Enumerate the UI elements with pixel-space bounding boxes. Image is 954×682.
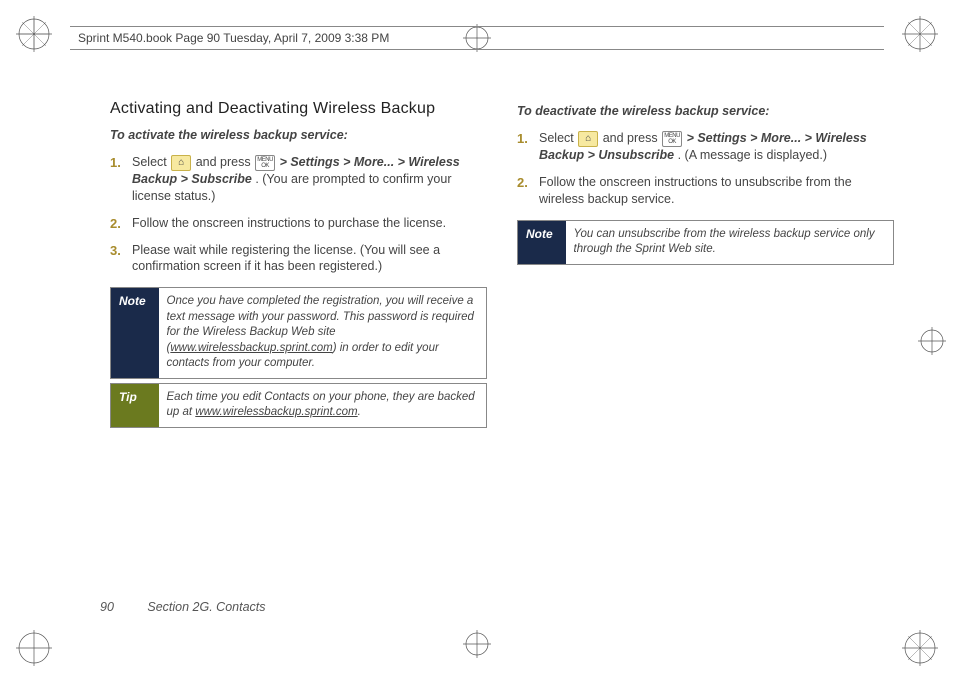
list-item: 1. Select ⌂ and press MENU OK > Settings… bbox=[539, 130, 894, 164]
step-number: 2. bbox=[517, 174, 528, 192]
note-box: Note You can unsubscribe from the wirele… bbox=[517, 220, 894, 265]
crop-mark-icon bbox=[16, 630, 52, 666]
crop-center-icon bbox=[463, 630, 491, 658]
step-text: and press bbox=[603, 131, 661, 145]
step-number: 3. bbox=[110, 242, 121, 260]
crop-mark-icon bbox=[902, 630, 938, 666]
step-text: Please wait while registering the licens… bbox=[132, 243, 440, 274]
step-number: 1. bbox=[110, 154, 121, 172]
step-text: . (A message is displayed.) bbox=[678, 148, 827, 162]
page-number: 90 bbox=[100, 600, 114, 614]
running-header: Sprint M540.book Page 90 Tuesday, April … bbox=[70, 26, 884, 50]
list-item: 1. Select ⌂ and press MENU OK > Settings… bbox=[132, 154, 487, 205]
home-key-icon: ⌂ bbox=[171, 155, 191, 171]
crop-mark-icon bbox=[16, 16, 52, 52]
home-key-icon: ⌂ bbox=[578, 131, 598, 147]
note-box: Note Once you have completed the registr… bbox=[110, 287, 487, 379]
section-title: Activating and Deactivating Wireless Bac… bbox=[110, 100, 487, 118]
page-footer: 90 Section 2G. Contacts bbox=[100, 600, 266, 614]
step-text: Select bbox=[539, 131, 577, 145]
section-label: Section 2G. Contacts bbox=[147, 600, 265, 614]
tip-box: Tip Each time you edit Contacts on your … bbox=[110, 383, 487, 428]
step-number: 2. bbox=[110, 215, 121, 233]
list-item: 3. Please wait while registering the lic… bbox=[132, 242, 487, 276]
left-column: Activating and Deactivating Wireless Bac… bbox=[110, 100, 487, 602]
list-item: 2. Follow the onscreen instructions to p… bbox=[132, 215, 487, 232]
tip-body: Each time you edit Contacts on your phon… bbox=[159, 383, 487, 427]
step-text: Follow the onscreen instructions to unsu… bbox=[539, 175, 852, 206]
step-number: 1. bbox=[517, 130, 528, 148]
crop-mark-icon bbox=[902, 16, 938, 52]
tip-label: Tip bbox=[111, 383, 159, 427]
note-label: Note bbox=[111, 288, 159, 379]
step-text: Select bbox=[132, 155, 170, 169]
note-label: Note bbox=[518, 220, 566, 264]
deactivate-subhead: To deactivate the wireless backup servic… bbox=[517, 104, 894, 118]
page-body: Activating and Deactivating Wireless Bac… bbox=[110, 100, 894, 602]
note-body: You can unsubscribe from the wireless ba… bbox=[566, 220, 894, 264]
note-body: Once you have completed the registration… bbox=[159, 288, 487, 379]
right-column: To deactivate the wireless backup servic… bbox=[517, 100, 894, 602]
deactivate-steps: 1. Select ⌂ and press MENU OK > Settings… bbox=[517, 130, 894, 208]
menu-ok-key-icon: MENU OK bbox=[662, 131, 682, 147]
note-url: www.wirelessbackup.sprint.com bbox=[170, 342, 332, 354]
menu-ok-key-icon: MENU OK bbox=[255, 155, 275, 171]
step-text: Follow the onscreen instructions to purc… bbox=[132, 216, 446, 230]
list-item: 2. Follow the onscreen instructions to u… bbox=[539, 174, 894, 208]
tip-text: . bbox=[358, 406, 361, 418]
tip-url: www.wirelessbackup.sprint.com bbox=[195, 406, 357, 418]
step-text: and press bbox=[196, 155, 254, 169]
activate-steps: 1. Select ⌂ and press MENU OK > Settings… bbox=[110, 154, 487, 275]
crop-side-icon bbox=[918, 327, 946, 355]
running-header-text: Sprint M540.book Page 90 Tuesday, April … bbox=[78, 31, 389, 45]
activate-subhead: To activate the wireless backup service: bbox=[110, 128, 487, 142]
